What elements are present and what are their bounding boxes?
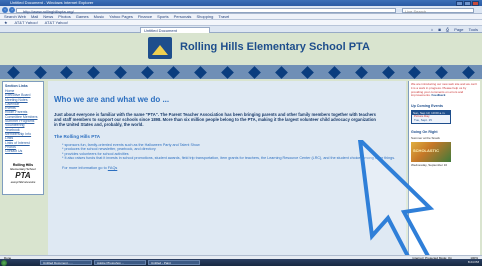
diamond-shape bbox=[114, 65, 127, 79]
diamond-shape bbox=[274, 65, 288, 79]
favorite-item[interactable]: AT&T Yahoo! bbox=[45, 20, 68, 25]
taskbar-item[interactable]: Untitled Document - ... bbox=[40, 260, 92, 265]
toolbar-item[interactable]: Yahoo Pages bbox=[109, 14, 133, 19]
back-button[interactable]: ‹ bbox=[2, 7, 8, 13]
calendar-event-date: Tue, Sept. 15 bbox=[414, 117, 432, 122]
pta-logo: PTA bbox=[15, 171, 31, 181]
diamond-shape bbox=[60, 65, 74, 79]
calendar-widget[interactable]: Sun, Sep 13, 10:00 a.m. Picture Day Tue,… bbox=[411, 110, 451, 125]
close-button[interactable] bbox=[472, 0, 479, 6]
site-title: Rolling Hills Elementary School PTA bbox=[180, 41, 370, 53]
tools-menu[interactable]: Tools bbox=[469, 27, 478, 32]
toolbar-item[interactable]: Travel bbox=[218, 14, 229, 19]
diamond-shape bbox=[87, 65, 101, 79]
diamond-shape bbox=[462, 65, 475, 79]
address-bar[interactable]: http://www.rollinghillspta.org/ bbox=[16, 7, 396, 14]
search-input[interactable]: Live Search bbox=[402, 7, 474, 14]
diamond-border bbox=[0, 65, 482, 79]
intro-paragraph: Just about everyone is familiar with the… bbox=[54, 112, 376, 127]
faqs-link[interactable]: FAQs bbox=[108, 166, 118, 170]
more-info-text: For more information go to bbox=[62, 165, 108, 170]
diamond-shape bbox=[328, 65, 341, 79]
diamond-shape bbox=[381, 65, 395, 79]
system-clock: 8:24 PM bbox=[467, 260, 479, 264]
toolbar-item[interactable]: Search Web bbox=[4, 14, 26, 19]
sidebar-link[interactable]: Contact Us bbox=[5, 149, 41, 153]
diamond-shape bbox=[140, 65, 154, 79]
diamond-shape bbox=[7, 65, 20, 79]
start-button[interactable] bbox=[1, 259, 7, 266]
maximize-button[interactable] bbox=[464, 0, 471, 6]
diamond-shape bbox=[221, 65, 234, 79]
sidebar-links: Home Executive Board Meeting Notes Calendar… bbox=[5, 89, 41, 153]
toolbar-item[interactable]: Finance bbox=[138, 14, 152, 19]
favorite-item[interactable]: AT&T Yahoo! bbox=[14, 20, 37, 25]
command-bar: ⌂ ◙ ⎙ Page Tools bbox=[427, 27, 478, 32]
minimize-button[interactable] bbox=[456, 0, 463, 6]
taskbar: Untitled Document - ... Adobe Photoshop … bbox=[0, 259, 482, 266]
window-controls bbox=[456, 0, 479, 6]
window-title: Untitled Document - Windows Internet Exp… bbox=[10, 0, 94, 5]
site-notice: We are introducing our new web site and … bbox=[411, 82, 478, 98]
toolbar-item[interactable]: Personals bbox=[174, 14, 192, 19]
page-title: Who we are and what we do ... bbox=[54, 95, 170, 104]
badge-tagline: everychild.onevoice bbox=[10, 180, 36, 185]
home-icon[interactable]: ⌂ bbox=[431, 27, 433, 32]
toolbar-item[interactable]: Shopping bbox=[196, 14, 213, 19]
toolbar-item[interactable]: Photos bbox=[58, 14, 70, 19]
diamond-shape bbox=[301, 65, 315, 79]
page-menu[interactable]: Page bbox=[454, 27, 463, 32]
toolbar-item[interactable]: Games bbox=[76, 14, 89, 19]
favorites-star-icon[interactable]: ★ bbox=[4, 20, 8, 25]
mouse-cursor-icon bbox=[357, 140, 435, 266]
feeds-icon[interactable]: ◙ bbox=[438, 27, 440, 32]
toolbar-item[interactable]: Sports bbox=[157, 14, 169, 19]
feedback-link[interactable]: Feedback bbox=[432, 93, 446, 97]
page-header: Rolling Hills Elementary School PTA bbox=[0, 33, 482, 65]
diamond-shape bbox=[408, 65, 422, 79]
diamond-shape bbox=[194, 65, 208, 79]
diamond-shape bbox=[247, 65, 261, 79]
section-heading: The Rolling Hills PTA bbox=[54, 134, 101, 139]
upcoming-events-heading: Up Coming Events bbox=[411, 104, 443, 109]
tab-bar: Untitled Document ⌂ ◙ ⎙ Page Tools bbox=[0, 26, 482, 33]
diamond-shape bbox=[354, 65, 368, 79]
taskbar-item[interactable]: Adobe Photoshop ... bbox=[94, 260, 146, 265]
sidebar: Section Links Home Executive Board Meeting… bbox=[2, 81, 44, 195]
toolbar-item[interactable]: Music bbox=[94, 14, 104, 19]
address-row: ‹ › http://www.rollinghillspta.org/ Live… bbox=[0, 6, 482, 14]
diamond-shape bbox=[167, 65, 181, 79]
going-on-heading: Going On Right bbox=[411, 130, 438, 135]
toolbar-item[interactable]: Mail bbox=[31, 14, 38, 19]
school-logo-icon bbox=[148, 37, 172, 59]
diamond-shape bbox=[33, 65, 47, 79]
sidebar-heading: Section Links bbox=[5, 84, 28, 88]
taskbar-item[interactable]: Untitled - Paint bbox=[148, 260, 200, 265]
diamond-shape bbox=[435, 65, 448, 79]
print-icon[interactable]: ⎙ bbox=[446, 27, 449, 32]
forward-button[interactable]: › bbox=[9, 7, 15, 13]
toolbar-item[interactable]: News bbox=[43, 14, 53, 19]
pta-badge: Rolling Hills Elementary School PTA ever… bbox=[5, 163, 41, 184]
